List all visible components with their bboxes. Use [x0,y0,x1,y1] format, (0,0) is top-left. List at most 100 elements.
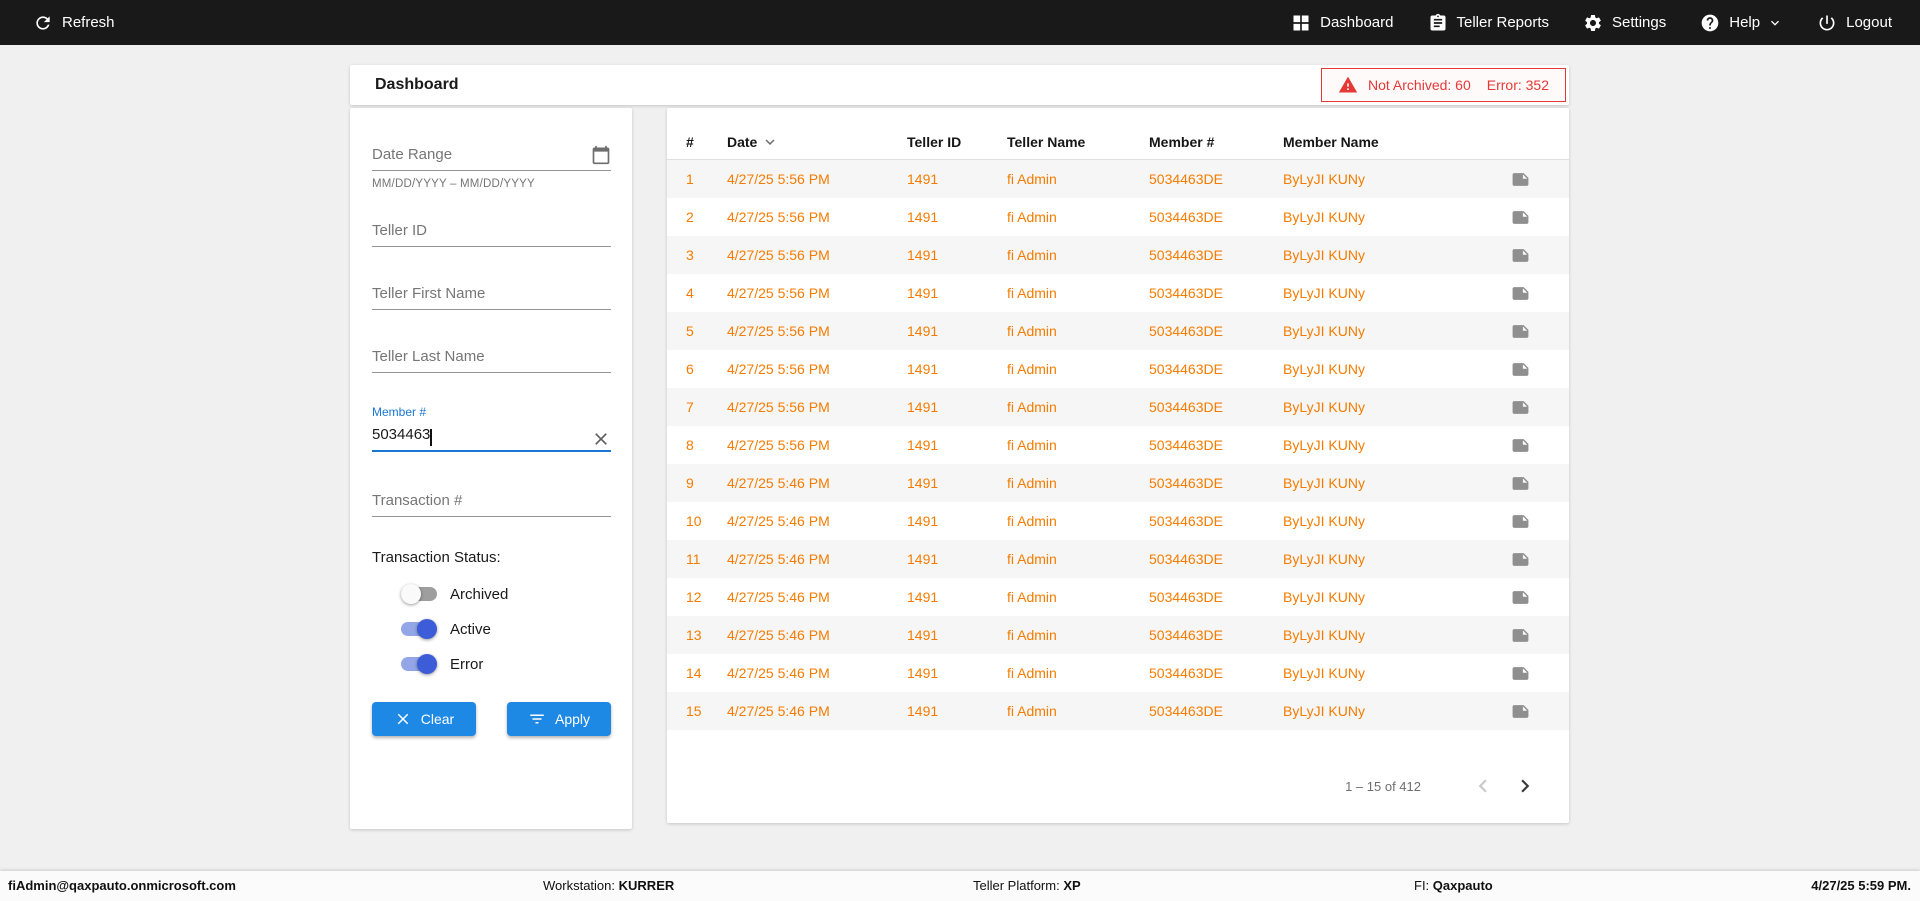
table-row[interactable]: 7 4/27/25 5:56 PM 1491 fi Admin 5034463D… [667,388,1569,426]
note-icon[interactable] [1511,208,1530,227]
cell-teller-name: fi Admin [1007,665,1057,681]
note-icon[interactable] [1511,702,1530,721]
table-row[interactable]: 9 4/27/25 5:46 PM 1491 fi Admin 5034463D… [667,464,1569,502]
toggle-switch-archived[interactable] [401,584,437,604]
chevron-down-icon [1771,20,1780,26]
note-icon[interactable] [1511,436,1530,455]
refresh-button[interactable]: Refresh [33,13,115,33]
note-icon[interactable] [1511,246,1530,265]
teller-id-field [372,216,611,247]
cell-member-name: ByLyJI KUNy [1283,513,1365,529]
status-toggle-row: Archived [401,584,611,604]
cell-member-name: ByLyJI KUNy [1283,437,1365,453]
date-range-field: MM/DD/YYYY – MM/DD/YYYY [372,140,611,190]
table-row[interactable]: 13 4/27/25 5:46 PM 1491 fi Admin 5034463… [667,616,1569,654]
cell-member-number: 5034463DE [1149,475,1223,491]
note-icon[interactable] [1511,284,1530,303]
note-icon[interactable] [1511,360,1530,379]
cell-date: 4/27/25 5:56 PM [727,399,830,415]
apply-button[interactable]: Apply [507,702,611,736]
table-row[interactable]: 10 4/27/25 5:46 PM 1491 fi Admin 5034463… [667,502,1569,540]
note-icon[interactable] [1511,474,1530,493]
text-caret [430,429,432,446]
note-icon[interactable] [1511,512,1530,531]
cell-member-name: ByLyJI KUNy [1283,551,1365,567]
column-header-teller-name[interactable]: Teller Name [1007,134,1149,150]
cell-date: 4/27/25 5:56 PM [727,247,830,263]
table-body: 1 4/27/25 5:56 PM 1491 fi Admin 5034463D… [667,160,1569,730]
cell-date: 4/27/25 5:46 PM [727,551,830,567]
column-header-member-number[interactable]: Member # [1149,134,1283,150]
note-icon[interactable] [1511,588,1530,607]
cell-date: 4/27/25 5:56 PM [727,209,830,225]
nav-teller-reports[interactable]: Teller Reports [1428,13,1549,33]
cell-number: 10 [686,513,702,529]
next-page-button[interactable] [1511,772,1539,800]
error-count: Error: 352 [1486,77,1549,93]
cell-member-number: 5034463DE [1149,399,1223,415]
table-row[interactable]: 5 4/27/25 5:56 PM 1491 fi Admin 5034463D… [667,312,1569,350]
column-header-number[interactable]: # [686,134,727,150]
cell-teller-id: 1491 [907,247,939,263]
column-header-member-name[interactable]: Member Name [1283,134,1489,150]
cell-number: 12 [686,589,702,605]
calendar-icon[interactable] [591,145,611,165]
toggle-switch-error[interactable] [401,654,437,674]
fi-info: FI: Qaxpauto [1414,878,1493,893]
prev-page-button[interactable] [1469,772,1497,800]
nav-dashboard[interactable]: Dashboard [1291,13,1394,33]
column-header-teller-id[interactable]: Teller ID [907,134,1007,150]
table-row[interactable]: 14 4/27/25 5:46 PM 1491 fi Admin 5034463… [667,654,1569,692]
note-icon[interactable] [1511,664,1530,683]
toggle-label: Active [450,620,491,638]
transaction-status-label: Transaction Status: [372,549,501,566]
note-icon[interactable] [1511,626,1530,645]
cell-teller-name: fi Admin [1007,247,1057,263]
nav-settings[interactable]: Help Settings [1583,13,1666,33]
note-icon[interactable] [1511,170,1530,189]
status-toggle-row: Active [401,619,611,639]
clear-field-icon[interactable] [591,429,611,449]
cell-teller-id: 1491 [907,513,939,529]
table-row[interactable]: 15 4/27/25 5:46 PM 1491 fi Admin 5034463… [667,692,1569,730]
cell-member-name: ByLyJI KUNy [1283,627,1365,643]
cell-number: 8 [686,437,694,453]
cell-member-name: ByLyJI KUNy [1283,247,1365,263]
table-row[interactable]: 11 4/27/25 5:46 PM 1491 fi Admin 5034463… [667,540,1569,578]
cell-teller-name: fi Admin [1007,399,1057,415]
table-row[interactable]: 12 4/27/25 5:46 PM 1491 fi Admin 5034463… [667,578,1569,616]
teller-last-name-input[interactable] [372,342,611,373]
cell-date: 4/27/25 5:46 PM [727,589,830,605]
clear-button[interactable]: Clear [372,702,476,736]
paginator: 1 – 15 of 412 [667,772,1569,800]
table-row[interactable]: 8 4/27/25 5:56 PM 1491 fi Admin 5034463D… [667,426,1569,464]
member-number-input[interactable] [372,420,611,452]
table-row[interactable]: 2 4/27/25 5:56 PM 1491 fi Admin 5034463D… [667,198,1569,236]
current-datetime: 4/27/25 5:59 PM. [1811,878,1911,893]
table-row[interactable]: 6 4/27/25 5:56 PM 1491 fi Admin 5034463D… [667,350,1569,388]
date-range-input[interactable] [372,140,611,171]
nav-logout[interactable]: Logout [1817,13,1892,33]
date-range-hint: MM/DD/YYYY – MM/DD/YYYY [372,178,535,190]
nav-help[interactable]: Help [1700,13,1783,33]
table-row[interactable]: 1 4/27/25 5:56 PM 1491 fi Admin 5034463D… [667,160,1569,198]
note-icon[interactable] [1511,550,1530,569]
cell-member-number: 5034463DE [1149,361,1223,377]
toggle-switch-active[interactable] [401,619,437,639]
logged-in-user: fiAdmin@qaxpauto.onmicrosoft.com [8,878,236,893]
table-row[interactable]: 4 4/27/25 5:56 PM 1491 fi Admin 5034463D… [667,274,1569,312]
cell-member-number: 5034463DE [1149,437,1223,453]
teller-id-input[interactable] [372,216,611,247]
table-row[interactable]: 3 4/27/25 5:56 PM 1491 fi Admin 5034463D… [667,236,1569,274]
refresh-icon [36,15,50,30]
note-icon[interactable] [1511,398,1530,417]
transaction-number-input[interactable] [372,486,611,517]
cell-member-name: ByLyJI KUNy [1283,171,1365,187]
note-icon[interactable] [1511,322,1530,341]
column-header-date[interactable]: Date [727,133,907,151]
alert-banner: Not Archived: 60 Error: 352 [1321,68,1566,102]
close-icon [397,713,409,725]
top-navbar: Refresh Dashboard Teller Reports Help Se… [0,0,1920,45]
teller-first-name-input[interactable] [372,279,611,310]
member-number-label: Member # [372,405,427,419]
